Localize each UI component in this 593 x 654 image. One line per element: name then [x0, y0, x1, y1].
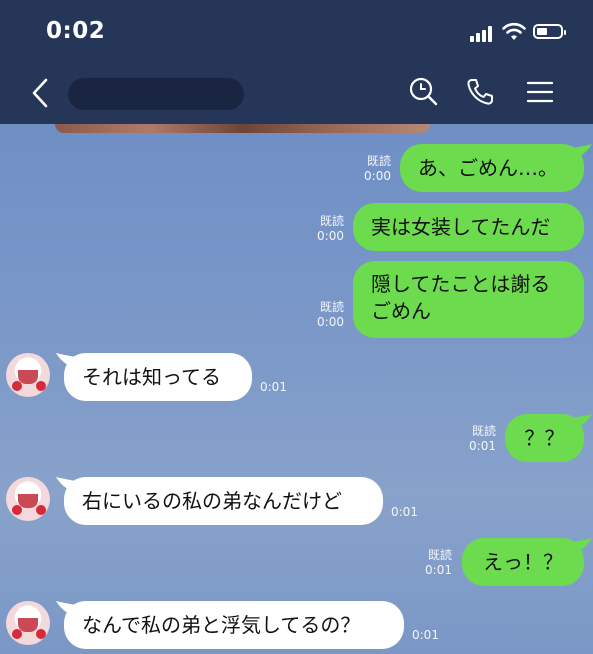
- battery-icon: [533, 24, 566, 39]
- search-icon[interactable]: [408, 76, 440, 108]
- message-bubble-incoming[interactable]: なんで私の弟と浮気してるの？: [64, 601, 404, 649]
- chat-header: [0, 62, 593, 124]
- bubble-tail: [572, 144, 592, 158]
- back-chevron-icon[interactable]: [28, 76, 54, 110]
- message-bubble-incoming[interactable]: それは知ってる: [64, 353, 252, 401]
- phone-icon[interactable]: [464, 76, 496, 108]
- message-time: 0:00: [317, 315, 344, 329]
- status-time: 0:02: [46, 18, 106, 44]
- contact-avatar[interactable]: [6, 477, 50, 521]
- read-receipt: 既読: [319, 214, 344, 228]
- message-time: 0:01: [260, 380, 287, 394]
- message-meta: 既読 0:01: [425, 548, 452, 578]
- message-bubble-outgoing[interactable]: 隠してたことは謝る ごめん: [353, 261, 584, 338]
- contact-name-redacted[interactable]: [68, 78, 244, 110]
- message-bubble-outgoing[interactable]: 実は女装してたんだ: [353, 203, 584, 251]
- signal-icon: [470, 26, 496, 42]
- read-receipt: 既読: [366, 154, 391, 168]
- status-bar: 0:02: [0, 0, 593, 62]
- message-bubble-outgoing[interactable]: あ、ごめん…。: [400, 144, 584, 192]
- message-time: 0:01: [425, 563, 452, 577]
- contact-avatar[interactable]: [6, 601, 50, 645]
- chat-area[interactable]: 既読 0:00 あ、ごめん…。 既読 0:00 実は女装してたんだ 既読 0:0…: [0, 124, 593, 654]
- bubble-tail: [572, 414, 592, 428]
- read-receipt: 既読: [471, 424, 496, 438]
- message-time: 0:01: [469, 439, 496, 453]
- message-bubble-incoming[interactable]: 右にいるの私の弟なんだけど: [64, 477, 383, 525]
- shared-photo-edge: [55, 124, 430, 133]
- contact-avatar[interactable]: [6, 353, 50, 397]
- menu-icon[interactable]: [524, 76, 556, 108]
- message-time: 0:01: [412, 628, 439, 642]
- message-meta: 既読 0:00: [317, 214, 344, 244]
- wifi-icon: [502, 22, 526, 40]
- message-time: 0:01: [391, 505, 418, 519]
- message-time: 0:00: [364, 169, 391, 183]
- read-receipt: 既読: [427, 548, 452, 562]
- message-meta: 既読 0:00: [317, 300, 344, 330]
- message-meta: 既読 0:00: [364, 154, 391, 184]
- message-bubble-outgoing[interactable]: えっ！？: [462, 538, 584, 586]
- bubble-tail: [572, 538, 592, 552]
- message-meta: 既読 0:01: [469, 424, 496, 454]
- message-time: 0:00: [317, 229, 344, 243]
- read-receipt: 既読: [319, 300, 344, 314]
